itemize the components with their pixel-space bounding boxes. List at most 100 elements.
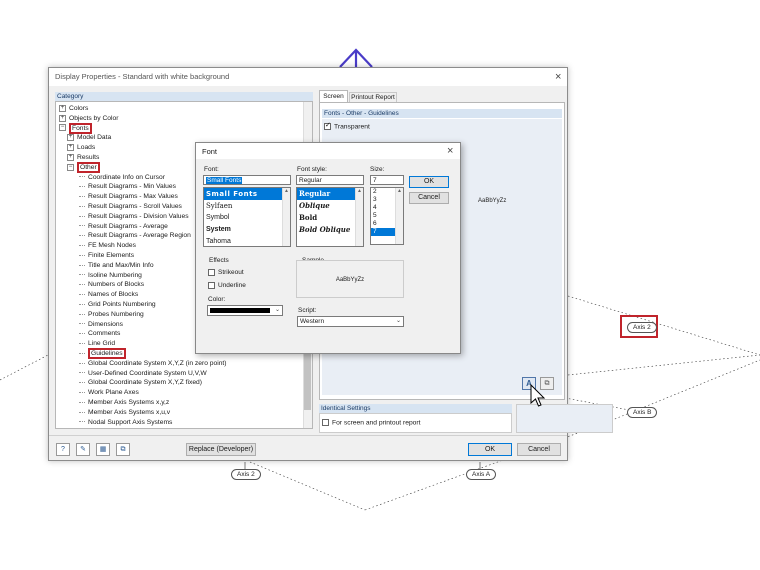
tree-item-label: Line Grid [88, 340, 116, 348]
tree-item[interactable]: Member Axis Systems x,u,v [79, 408, 170, 418]
tree-item[interactable]: Result Diagrams - Division Values [79, 212, 189, 222]
tree-connector [79, 342, 85, 344]
font-list-scrollbar[interactable]: ▲ [282, 188, 290, 246]
tree-item[interactable]: FE Mesh Nodes [79, 241, 136, 251]
expand-icon[interactable]: + [67, 134, 74, 142]
font-style-list-item[interactable]: Regular [297, 188, 363, 200]
tree-connector [79, 176, 85, 178]
ok-button[interactable]: OK [468, 443, 512, 456]
font-list-item[interactable]: Sylfaen [204, 200, 290, 212]
font-style-input[interactable]: Regular [296, 175, 364, 185]
font-list-item[interactable]: Symbol [204, 212, 290, 224]
tree-item[interactable]: Title and Max/Min Info [79, 261, 154, 271]
tree-item[interactable]: Global Coordinate System X,Y,Z (in zero … [79, 359, 227, 369]
tree-item[interactable]: Probes Numbering [79, 310, 144, 320]
identical-settings-checkbox[interactable]: For screen and printout report [319, 413, 512, 433]
tree-item[interactable]: Isoline Numbering [79, 271, 142, 281]
tab-screen[interactable]: Screen [319, 90, 348, 102]
tree-item[interactable]: Result Diagrams - Min Values [79, 182, 176, 192]
tree-item[interactable]: Numbers of Blocks [79, 280, 144, 290]
tree-item-label: Global Coordinate System X,Y,Z (in zero … [88, 359, 227, 367]
tree-item[interactable]: User-Defined Coordinate System U,V,W [79, 369, 207, 379]
strikeout-checkbox[interactable]: Strikeout [208, 269, 244, 276]
font-size-list[interactable]: 2 3 4 5 6 7 ▲ [370, 187, 404, 245]
color-swatch [210, 308, 270, 313]
font-list-item[interactable]: Tahoma [204, 236, 290, 246]
tree-item[interactable]: Global Coordinate System X,Y,Z fixed) [79, 378, 202, 388]
font-ok-button[interactable]: OK [409, 176, 449, 188]
collapse-icon[interactable]: − [59, 124, 66, 132]
close-icon[interactable]: × [555, 72, 561, 83]
tree-item[interactable]: Grid Points Numbering [79, 300, 156, 310]
tab-printout-report[interactable]: Printout Report [349, 92, 397, 102]
tree-item-label: Fonts [69, 122, 92, 134]
tree-connector [79, 303, 85, 305]
tree-item[interactable]: End Object Arrows [79, 427, 143, 428]
axis-2-left-label[interactable]: Axis 2 [231, 469, 261, 480]
close-icon[interactable]: × [447, 146, 453, 157]
transparent-checkbox[interactable]: Transparent [324, 121, 370, 130]
tree-item[interactable]: Comments [79, 329, 120, 339]
size-list-scrollbar[interactable]: ▲ [395, 188, 403, 244]
tree-item-label: Colors [69, 105, 89, 112]
tree-connector [79, 254, 85, 256]
tree-item[interactable]: − Other [67, 161, 100, 173]
help-icon[interactable]: ? [56, 443, 70, 456]
tree-item-label: Nodal Support Axis Systems [88, 418, 173, 426]
cancel-button[interactable]: Cancel [517, 443, 561, 456]
axis-a-label[interactable]: Axis A [466, 469, 497, 480]
expand-icon[interactable]: + [59, 114, 66, 122]
font-list-item[interactable]: Small Fonts [204, 188, 290, 200]
edit-icon[interactable]: ✎ [76, 443, 90, 456]
tree-item[interactable]: Result Diagrams - Average Region [79, 231, 191, 241]
tree-item[interactable]: − Fonts [59, 122, 92, 134]
checkbox-unchecked-icon [208, 269, 215, 276]
tree-item[interactable]: Finite Elements [79, 251, 134, 261]
font-cancel-button[interactable]: Cancel [409, 192, 449, 204]
copy-icon[interactable]: ⧉ [116, 443, 130, 456]
font-dialog: Font × Font: Small Fonts Small Fonts Sylf… [195, 142, 461, 354]
font-style-list[interactable]: Regular Oblique Bold Bold Oblique ▲ [296, 187, 364, 247]
checkbox-unchecked-icon [322, 419, 329, 426]
tree-item[interactable]: Result Diagrams - Max Values [79, 192, 178, 202]
script-select[interactable]: Western ⌄ [297, 316, 404, 327]
replace-developer-button[interactable]: Replace (Developer) [186, 443, 256, 456]
font-style-list-item[interactable]: Bold [297, 212, 363, 224]
tree-item[interactable]: Nodal Support Axis Systems [79, 418, 172, 428]
tree-item[interactable]: Member Axis Systems x,y,z [79, 398, 169, 408]
tree-item[interactable]: Dimensions [79, 320, 123, 330]
tree-item[interactable]: Names of Blocks [79, 290, 138, 300]
preview-sample-text: AaBbYyZz [478, 198, 507, 204]
axis-2-label-highlighted[interactable]: Axis 2 [620, 315, 658, 338]
style-list-scrollbar[interactable]: ▲ [355, 188, 363, 246]
tree-item[interactable]: + Loads [67, 143, 95, 153]
tree-item[interactable]: Coordinate Info on Cursor [79, 173, 165, 183]
color-select[interactable]: ⌄ [207, 305, 283, 316]
font-style-list-item[interactable]: Oblique [297, 200, 363, 212]
font-name-input[interactable]: Small Fonts [203, 175, 291, 185]
tree-item[interactable]: Guidelines [79, 348, 126, 359]
font-dialog-title: Font [202, 147, 218, 156]
tree-item[interactable]: Result Diagrams - Average [79, 222, 168, 232]
font-style-list-item[interactable]: Bold Oblique [297, 224, 363, 236]
defaults-icon[interactable]: ▦ [96, 443, 110, 456]
expand-icon[interactable]: + [59, 104, 66, 112]
axis-b-label[interactable]: Axis B [627, 407, 658, 418]
tree-item[interactable]: Result Diagrams - Scroll Values [79, 202, 182, 212]
font-list-item[interactable]: System [204, 224, 290, 236]
expand-icon[interactable]: + [67, 143, 74, 151]
tree-item-label: Finite Elements [88, 252, 135, 259]
underline-checkbox[interactable]: Underline [208, 282, 246, 289]
font-name-list[interactable]: Small Fonts Sylfaen Symbol System Tahoma ▲ [203, 187, 291, 247]
font-label: Font: [204, 166, 219, 173]
tree-item[interactable]: + Colors [59, 104, 88, 114]
dialog-title: Display Properties - Standard with white… [55, 72, 230, 81]
tree-item[interactable]: + Model Data [67, 133, 111, 143]
collapse-icon[interactable]: − [67, 163, 74, 171]
tree-item-label: Member Axis Systems x,y,z [88, 399, 170, 406]
tree-item[interactable]: Work Plane Axes [79, 388, 139, 398]
font-size-input[interactable]: 7 [370, 175, 404, 185]
tree-item-label: Model Data [77, 134, 112, 142]
tree-connector [79, 195, 85, 197]
expand-icon[interactable]: + [67, 153, 74, 161]
